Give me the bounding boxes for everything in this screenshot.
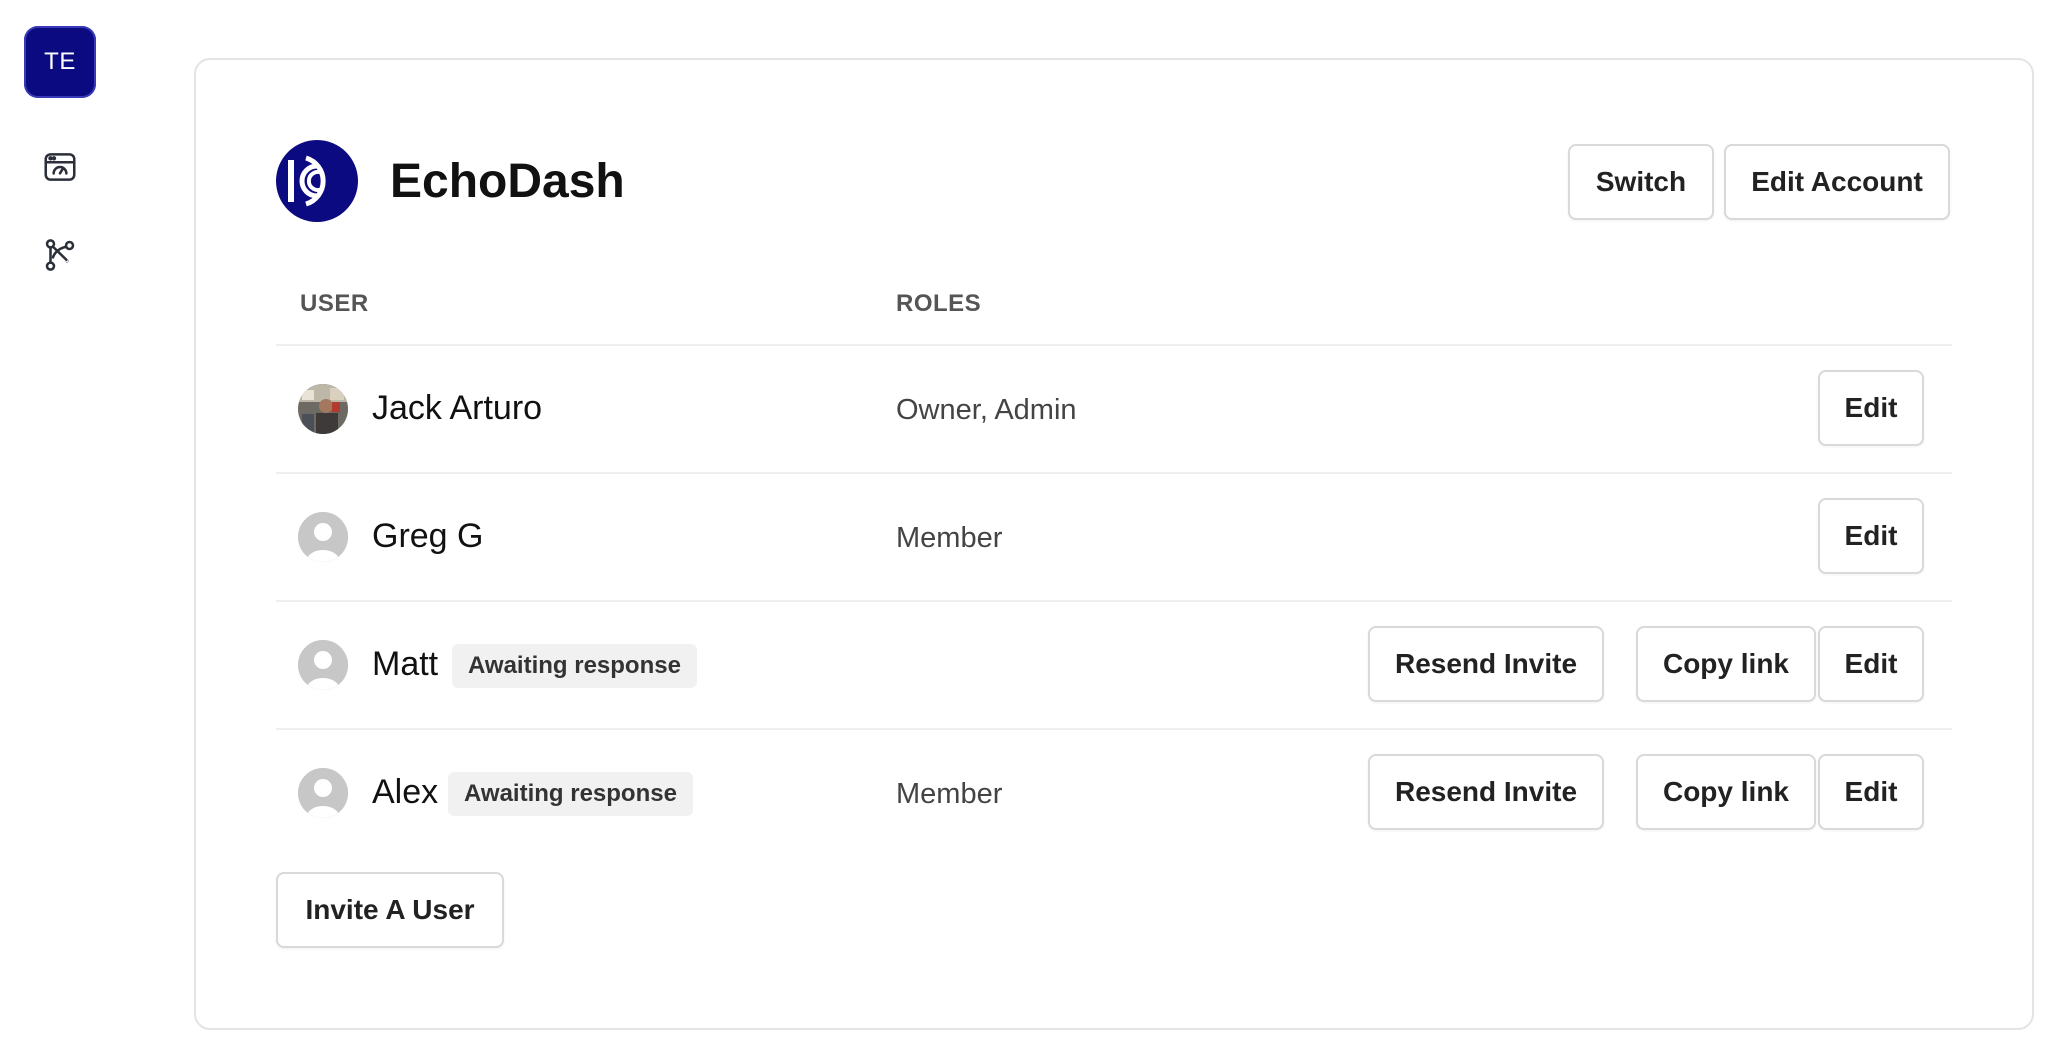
avatar — [298, 768, 348, 818]
user-roles: Owner, Admin — [896, 394, 1077, 426]
edit-user-button[interactable]: Edit — [1818, 498, 1924, 574]
table-row: Greg G Member Edit — [276, 472, 1952, 600]
user-roles: Member — [896, 522, 1003, 554]
switch-account-button[interactable]: Switch — [1568, 144, 1714, 220]
copy-link-button[interactable]: Copy link — [1636, 754, 1816, 830]
avatar — [298, 384, 348, 434]
user-name: Jack Arturo — [372, 389, 543, 427]
edit-user-button[interactable]: Edit — [1818, 626, 1924, 702]
workflow-icon[interactable] — [38, 233, 82, 277]
invite-user-button[interactable]: Invite A User — [276, 872, 504, 948]
user-name: Alex — [372, 773, 439, 811]
edit-user-button[interactable]: Edit — [1818, 370, 1924, 446]
edit-account-button[interactable]: Edit Account — [1724, 144, 1950, 220]
table-row: Alex Awaiting response Member Resend Inv… — [276, 728, 1952, 856]
column-header-user: USER — [300, 290, 369, 317]
user-name: Matt — [372, 645, 439, 683]
avatar — [298, 640, 348, 690]
resend-invite-button[interactable]: Resend Invite — [1368, 626, 1604, 702]
column-header-roles: ROLES — [896, 290, 982, 317]
resend-invite-button[interactable]: Resend Invite — [1368, 754, 1604, 830]
avatar — [298, 512, 348, 562]
organization-name: EchoDash — [390, 155, 625, 208]
copy-link-button[interactable]: Copy link — [1636, 626, 1816, 702]
user-roles: Member — [896, 778, 1003, 810]
sidebar: TE — [0, 0, 120, 1046]
organization-logo — [276, 140, 358, 222]
organization-card: EchoDash Switch Edit Account USER ROLES … — [194, 58, 2034, 1030]
workspace-badge[interactable]: TE — [24, 26, 96, 98]
table-row: Jack Arturo Owner, Admin Edit — [276, 344, 1952, 472]
edit-user-button[interactable]: Edit — [1818, 754, 1924, 830]
dashboard-icon[interactable] — [38, 145, 82, 189]
table-row: Matt Awaiting response Resend Invite Cop… — [276, 600, 1952, 728]
status-badge: Awaiting response — [452, 644, 697, 688]
user-name: Greg G — [372, 517, 484, 555]
status-badge: Awaiting response — [448, 772, 693, 816]
